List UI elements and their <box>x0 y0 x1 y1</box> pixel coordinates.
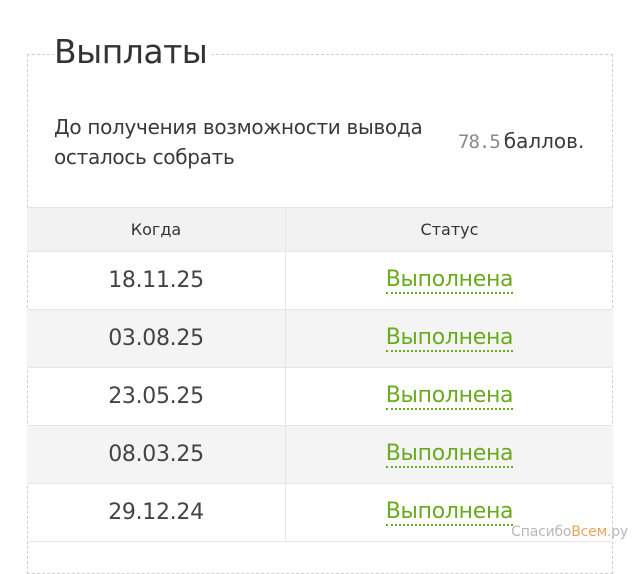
payout-date: 08.03.25 <box>27 426 286 483</box>
payout-status-cell: Выполнена <box>286 310 613 367</box>
payout-status-link[interactable]: Выполнена <box>385 441 514 468</box>
column-header-date: Когда <box>27 208 286 251</box>
table-header-row: Когда Статус <box>27 208 613 252</box>
payout-status-link[interactable]: Выполнена <box>385 499 514 526</box>
page-title: Выплаты <box>54 26 212 78</box>
payouts-table: Когда Статус 18.11.25 Выполнена 03.08.25… <box>27 207 613 542</box>
watermark-accent: Всем <box>571 524 607 540</box>
payout-date: 03.08.25 <box>27 310 286 367</box>
balance-unit: баллов. <box>503 129 585 153</box>
table-row: 03.08.25 Выполнена <box>27 310 613 368</box>
balance-description: До получения возможности вывода осталось… <box>54 115 423 169</box>
payout-status-link[interactable]: Выполнена <box>385 267 514 294</box>
watermark-suffix: .ру <box>606 524 628 540</box>
table-row: 23.05.25 Выполнена <box>27 368 613 426</box>
table-row: 08.03.25 Выполнена <box>27 426 613 484</box>
payout-date: 18.11.25 <box>27 252 286 309</box>
payout-status-link[interactable]: Выполнена <box>385 325 514 352</box>
payout-status-cell: Выполнена <box>286 426 613 483</box>
payout-status-cell: Выполнена <box>286 368 613 425</box>
site-watermark: СпасибоВсем.ру <box>511 524 628 540</box>
payout-date: 23.05.25 <box>27 368 286 425</box>
payout-status-cell: Выполнена <box>286 252 613 309</box>
table-row: 18.11.25 Выполнена <box>27 252 613 310</box>
payout-date: 29.12.24 <box>27 484 286 541</box>
balance-amount: 78.5 баллов. <box>458 126 584 157</box>
payout-status-link[interactable]: Выполнена <box>385 383 514 410</box>
column-header-status: Статус <box>420 220 479 239</box>
watermark-prefix: Спасибо <box>511 524 572 540</box>
balance-value: 78.5 <box>458 131 501 153</box>
